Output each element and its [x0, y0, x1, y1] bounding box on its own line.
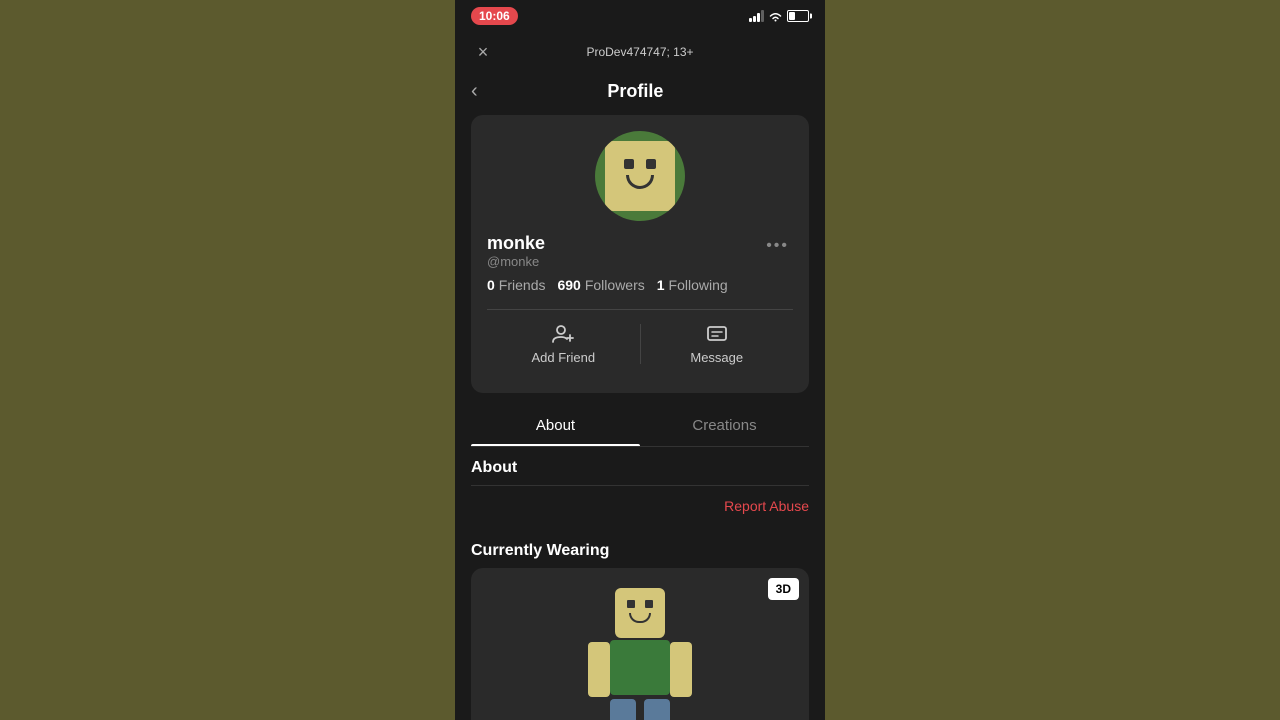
user-info: monke @monke ••• — [487, 233, 793, 269]
username: monke — [487, 233, 545, 254]
roblox-face — [605, 141, 675, 211]
battery-icon — [787, 10, 809, 22]
char-smile — [629, 613, 651, 623]
report-abuse-button[interactable]: Report Abuse — [471, 494, 809, 518]
message-label: Message — [690, 350, 743, 365]
actions-row: Add Friend Message — [487, 309, 793, 377]
close-button[interactable]: × — [471, 40, 495, 64]
following-label: Following — [669, 277, 728, 293]
wearing-container: 3D — [471, 568, 809, 720]
eye-right — [646, 159, 656, 169]
avatar-wrapper — [487, 131, 793, 221]
stat-following: 1 Following — [657, 277, 728, 293]
tab-creations[interactable]: Creations — [640, 405, 809, 446]
eye-left — [624, 159, 634, 169]
wearing-section: Currently Wearing 3D — [455, 530, 825, 720]
friends-label: Friends — [499, 277, 546, 293]
more-options-button[interactable]: ••• — [762, 233, 793, 259]
toggle-3d-button[interactable]: 3D — [768, 578, 799, 600]
status-bar: 10:06 — [455, 0, 825, 32]
back-button[interactable]: ‹ — [471, 80, 478, 103]
face-eyes — [624, 159, 656, 169]
char-legs — [610, 699, 670, 720]
wearing-title: Currently Wearing — [471, 542, 809, 560]
stats-row: 0 Friends 690 Followers 1 Following — [487, 277, 793, 293]
message-button[interactable]: Message — [641, 310, 794, 377]
profile-header: ‹ Profile — [455, 72, 825, 115]
top-bar: × ProDev474747; 13+ — [455, 32, 825, 72]
tabs-section: About Creations — [471, 405, 809, 447]
message-icon — [705, 322, 729, 346]
add-friend-icon — [551, 322, 575, 346]
top-username: ProDev474747; 13+ — [586, 45, 693, 59]
roblox-character — [588, 588, 692, 720]
tab-about[interactable]: About — [471, 405, 640, 446]
friends-count: 0 — [487, 277, 495, 293]
about-section: About Report Abuse — [455, 447, 825, 530]
status-time: 10:06 — [471, 7, 518, 25]
phone-screen: 10:06 × ProDev474747; 13+ — [455, 0, 825, 720]
char-leg-right — [644, 699, 670, 720]
stat-followers: 690 Followers — [557, 277, 644, 293]
followers-count: 690 — [557, 277, 580, 293]
about-title: About — [471, 459, 809, 477]
avatar-section: monke @monke ••• 0 Friends 690 Followers… — [471, 115, 809, 393]
about-divider — [471, 485, 809, 486]
char-eye-right — [645, 600, 653, 608]
stat-friends: 0 Friends — [487, 277, 545, 293]
char-leg-left — [610, 699, 636, 720]
face-smile — [626, 175, 654, 189]
wifi-icon — [768, 11, 783, 22]
signal-icon — [749, 10, 764, 22]
char-head — [615, 588, 665, 638]
handle: @monke — [487, 254, 545, 269]
followers-label: Followers — [585, 277, 645, 293]
add-friend-button[interactable]: Add Friend — [487, 310, 640, 377]
following-count: 1 — [657, 277, 665, 293]
add-friend-label: Add Friend — [531, 350, 595, 365]
profile-title: Profile — [486, 81, 785, 102]
username-block: monke @monke — [487, 233, 545, 269]
status-icons — [749, 10, 809, 22]
avatar — [595, 131, 685, 221]
char-body — [610, 640, 670, 695]
char-eyes — [627, 600, 653, 608]
char-eye-left — [627, 600, 635, 608]
